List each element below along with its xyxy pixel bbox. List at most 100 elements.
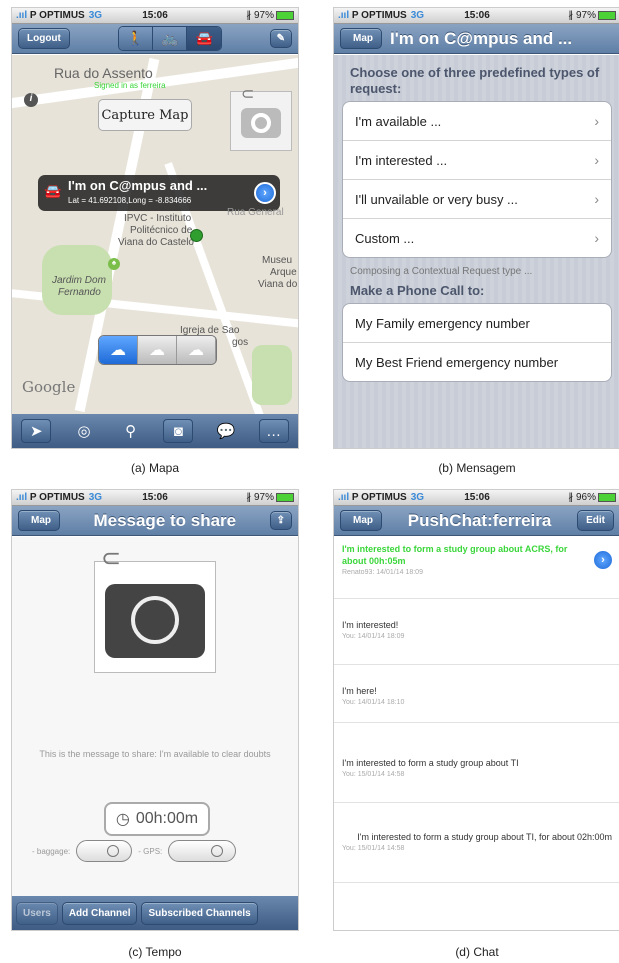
page-title: PushChat:ferreira	[407, 510, 552, 530]
status-bar: .ııl P OPTIMUS 3G 15:06 ∦ 96%	[334, 490, 619, 506]
gps-toggle[interactable]	[168, 840, 237, 862]
share-icon[interactable]: ⇪	[269, 511, 292, 530]
transport-mode-segment: 🚶 🚲 🚘	[117, 26, 222, 51]
chat-message[interactable]: I'm interested to form a study group abo…	[334, 537, 619, 599]
car-icon[interactable]: 🚘	[187, 27, 221, 50]
location-callout[interactable]: 🚘 I'm on C@mpus and ... Lat = 41.692108,…	[38, 175, 280, 211]
request-options: I'm available ... › I'm interested ... › I…	[342, 101, 612, 258]
share-navbar: Map Message to share ⇪	[12, 506, 298, 536]
edit-button[interactable]: Edit	[577, 510, 614, 531]
caption-c: (c) Tempo	[128, 945, 182, 959]
battery-icon	[598, 10, 617, 20]
pin-icon[interactable]: ⚲	[117, 420, 145, 442]
camera-icon	[105, 584, 205, 658]
photo-frame[interactable]: ⊂	[94, 545, 216, 673]
caption-a: (a) Mapa	[130, 461, 180, 475]
request-option[interactable]: I'm interested ... ›	[343, 141, 611, 180]
screen-chat: .ııl P OPTIMUS 3G 15:06 ∦ 96% Map PushCha…	[334, 490, 619, 930]
paperclip-icon: ⊂	[101, 545, 122, 572]
bluetooth-icon: ∦	[568, 10, 574, 21]
clock: 15:06	[142, 492, 168, 503]
disclosure-icon[interactable]: ›	[254, 182, 276, 204]
screen-map: .ııl P OPTIMUS 3G 15:06 ∦ 97% Logout 🚶 🚲 …	[12, 8, 298, 448]
info-icon[interactable]: i	[24, 93, 38, 107]
camera-icon	[241, 108, 281, 138]
back-map-button[interactable]: Map	[18, 510, 60, 531]
bluetooth-icon: ∦	[246, 10, 252, 21]
map-view[interactable]: Rua do Assento Signed in as ferreira i C…	[12, 55, 298, 414]
tree-icon: ♠	[108, 258, 120, 270]
caption-d: (d) Chat	[455, 945, 499, 959]
photo-frame[interactable]: ⊂	[230, 86, 292, 151]
channel-toolbar: Users Add Channel Subscribed Channels	[12, 896, 298, 930]
park-area	[252, 345, 292, 405]
visibility-segment: ☁ ☁ ☁	[98, 335, 217, 365]
chat-list: I'm interested to form a study group abo…	[334, 537, 619, 930]
disclosure-icon[interactable]: ›	[592, 549, 614, 571]
battery-icon	[276, 10, 295, 20]
back-map-button[interactable]: Map	[340, 28, 382, 49]
page-title: Message to share	[93, 510, 237, 530]
battery-icon	[598, 492, 617, 502]
chevron-right-icon: ›	[594, 152, 599, 168]
subscribed-channels-button[interactable]: Subscribed Channels	[141, 901, 258, 925]
signal-icon: .ııl	[338, 10, 350, 21]
clock: 15:06	[464, 10, 490, 21]
location-arrow-icon[interactable]: ➤	[21, 419, 52, 443]
add-channel-button[interactable]: Add Channel	[61, 901, 138, 925]
comment-icon[interactable]: …	[258, 419, 289, 443]
chat-message[interactable]: I'm here! You: 14/01/14 18:10	[334, 665, 619, 723]
map-navbar: Logout 🚶 🚲 🚘 ✎	[12, 24, 298, 54]
share-message: This is the message to share: I'm availa…	[39, 749, 271, 759]
chat-message[interactable]: I'm interested to form a study group abo…	[334, 803, 619, 883]
cloud-icon[interactable]: ☁	[177, 336, 216, 364]
camera-icon[interactable]: ◙	[163, 419, 194, 443]
logout-button[interactable]: Logout	[18, 28, 70, 49]
paperclip-icon: ⊂	[241, 86, 255, 103]
signed-in-label: Signed in as ferreira	[94, 81, 166, 90]
request-option[interactable]: I'll unvailable or very busy ... ›	[343, 180, 611, 219]
chevron-right-icon: ›	[594, 113, 599, 129]
chevron-right-icon: ›	[594, 230, 599, 246]
bike-icon[interactable]: 🚲	[153, 27, 188, 50]
cloud-icon[interactable]: ☁	[99, 336, 138, 364]
request-option[interactable]: I'm available ... ›	[343, 102, 611, 141]
capture-map-button[interactable]: Capture Map	[98, 99, 192, 131]
phone-option[interactable]: My Family emergency number	[343, 304, 611, 343]
location-pin[interactable]	[190, 229, 203, 242]
screen-share: .ııl P OPTIMUS 3G 15:06 ∦ 97% Map Message…	[12, 490, 298, 930]
request-list: Choose one of three predefined types of …	[334, 55, 619, 448]
status-bar: .ııl P OPTIMUS 3G 15:06 ∦ 97%	[12, 8, 298, 24]
map-tabbar: ➤ ◎ ⚲ ◙ 💬 …	[12, 414, 298, 448]
bluetooth-icon: ∦	[246, 492, 252, 503]
back-map-button[interactable]: Map	[340, 510, 382, 531]
globe-icon[interactable]: ◎	[70, 420, 98, 442]
google-logo: Google	[22, 378, 76, 396]
signal-icon: .ııl	[338, 492, 350, 503]
section-header: Make a Phone Call to:	[350, 283, 485, 298]
message-navbar: Map I'm on C@mpus and ...	[334, 24, 619, 54]
chat-message[interactable]: I'm interested to form a study group abo…	[334, 723, 619, 803]
chat-bubbles-icon[interactable]: 💬	[212, 420, 240, 442]
cloud-icon[interactable]: ☁	[138, 336, 177, 364]
chevron-right-icon: ›	[594, 191, 599, 207]
chat-message[interactable]: I'm interested! You: 14/01/14 18:09	[334, 599, 619, 665]
share-body: ⊂ This is the message to share: I'm avai…	[12, 537, 298, 896]
compose-hint: Composing a Contextual Request type ...	[350, 266, 533, 277]
caption-b: (b) Mensagem	[438, 461, 516, 475]
users-button[interactable]: Users	[16, 901, 58, 925]
compose-icon[interactable]: ✎	[269, 29, 292, 48]
page-title: I'm on C@mpus and ...	[390, 28, 573, 48]
timer-field[interactable]: ◷ 00h:00m	[104, 802, 210, 836]
screen-message: .ııl P OPTIMUS 3G 15:06 ∦ 97% Map I'm on …	[334, 8, 619, 448]
walk-icon[interactable]: 🚶	[118, 27, 154, 50]
car-icon: 🚘	[44, 183, 62, 199]
signal-icon: .ııl	[16, 10, 28, 21]
status-bar: .ııl P OPTIMUS 3G 15:06 ∦ 97%	[12, 490, 298, 506]
request-option[interactable]: Custom ... ›	[343, 219, 611, 257]
clock: 15:06	[464, 492, 490, 503]
phone-option[interactable]: My Best Friend emergency number	[343, 343, 611, 381]
bluetooth-icon: ∦	[568, 492, 574, 503]
baggage-toggle[interactable]	[76, 840, 133, 862]
signal-icon: .ııl	[16, 492, 28, 503]
